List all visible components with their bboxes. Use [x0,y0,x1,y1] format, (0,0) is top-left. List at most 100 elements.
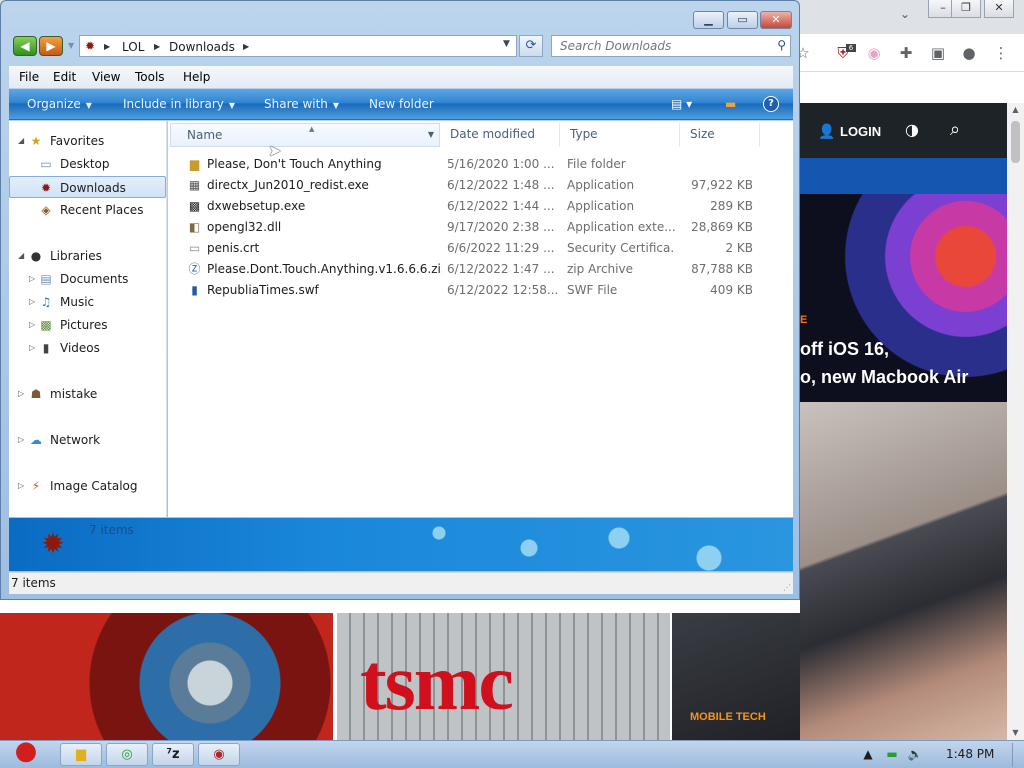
nav-downloads[interactable]: ✹ Downloads [9,176,166,198]
profile-icon[interactable]: ● [958,42,980,64]
site-search-icon[interactable]: ⌕ [950,119,972,141]
close-button[interactable]: ✕ [760,11,792,29]
nav-desktop[interactable]: ▭ Desktop [9,153,166,175]
nav-pictures[interactable]: ▷ ▩ Pictures [9,314,166,336]
network-tray-icon[interactable]: ▬ [884,746,900,762]
file-row[interactable]: ▦ directx_Jun2010_redist.exe 6/12/2022 1… [168,175,793,196]
search-input[interactable] [560,38,765,54]
file-size: 87,788 KB [691,262,753,276]
search-box[interactable]: ⚲ [551,35,791,57]
file-name: directx_Jun2010_redist.exe [207,178,369,192]
breadcrumb-separator-icon[interactable]: ▶ [104,39,110,55]
nav-image-catalog[interactable]: ▷ ⚡ Image Catalog [9,475,166,497]
file-row[interactable]: ▮ RepubliaTimes.swf 6/12/2022 12:58... S… [168,280,793,301]
nav-network[interactable]: ▷ ☁ Network [9,429,166,451]
maximize-button[interactable]: ▭ [727,11,758,29]
hard-drive-article-image[interactable] [0,613,333,740]
clock[interactable]: 1:48 PM [946,746,994,762]
browser-maximize-button[interactable]: ❐ [951,0,981,18]
collapsed-triangle-icon[interactable]: ▷ [29,291,35,313]
volume-icon[interactable]: 🔈 [907,746,923,762]
browser-close-button[interactable]: ✕ [984,0,1014,18]
search-icon[interactable]: ⚲ [777,38,786,52]
mouse-cursor-icon: ➤ [268,141,282,160]
login-link[interactable]: 👤 LOGIN [818,121,881,141]
nav-documents[interactable]: ▷ ▤ Documents [9,268,166,290]
expanded-triangle-icon[interactable]: ◢ [18,245,24,267]
forward-button[interactable]: ▶ [39,36,63,56]
minimize-button[interactable]: ▁ [693,11,724,29]
address-dropdown-icon[interactable]: ▼ [503,39,510,49]
show-hidden-icons-icon[interactable]: ▲ [860,746,876,762]
menu-file[interactable]: File [19,69,39,85]
tab-search-chevron-icon[interactable]: ⌄ [900,7,912,21]
collapsed-triangle-icon[interactable]: ▷ [29,337,35,359]
change-view-icon[interactable]: ▤ ▾ [671,96,692,112]
file-row[interactable]: ▩ dxwebsetup.exe 6/12/2022 1:44 ... Appl… [168,196,793,217]
login-label: LOGIN [840,124,882,139]
puzzle-icon[interactable]: ✚ [895,42,917,64]
new-folder-button[interactable]: New folder [369,96,434,112]
nav-label: Downloads [60,181,126,195]
column-header-name[interactable]: ▲ Name ▼ [170,123,440,147]
explorer-task-icon[interactable]: ▆ [60,743,102,766]
page-scrollbar[interactable]: ▲ ▼ [1007,103,1024,740]
nav-mistake[interactable]: ▷ ☗ mistake [9,383,166,405]
help-icon[interactable]: ? [763,96,779,112]
breadcrumb-separator-icon[interactable]: ▶ [243,39,249,55]
file-type: SWF File [567,283,618,297]
chevron-down-icon[interactable]: ▼ [428,124,434,146]
breadcrumb-downloads[interactable]: Downloads [169,39,235,55]
menu-help[interactable]: Help [183,69,210,85]
phone-article-image[interactable] [800,402,1007,740]
nav-music[interactable]: ▷ ♫ Music [9,291,166,313]
scroll-down-icon[interactable]: ▼ [1011,728,1020,738]
preview-pane-icon[interactable]: ▬ [725,96,736,112]
game-task-icon[interactable]: ◉ [198,743,240,766]
expanded-triangle-icon[interactable]: ◢ [18,130,24,152]
breadcrumb-separator-icon[interactable]: ▶ [154,39,160,55]
theme-toggle-icon[interactable]: ◑ [905,120,925,140]
scrollbar-thumb[interactable] [1011,121,1020,163]
refresh-button[interactable]: ⟳ [519,35,543,57]
chrome-task-icon[interactable]: ◎ [106,743,148,766]
menu-view[interactable]: View [92,69,120,85]
include-in-library-button[interactable]: Include in library ▼ [123,96,235,112]
organize-button[interactable]: Organize ▼ [27,96,92,112]
collapsed-triangle-icon[interactable]: ▷ [29,314,35,336]
show-desktop-button[interactable] [1012,743,1024,767]
back-button[interactable]: ◀ [13,36,37,56]
collapsed-triangle-icon[interactable]: ▷ [18,429,24,451]
nav-favorites[interactable]: ◢ ★ Favorites [9,130,166,152]
collapsed-triangle-icon[interactable]: ▷ [18,475,24,497]
file-type: Application [567,178,635,192]
file-row[interactable]: ▆ Please, Don't Touch Anything 5/16/2020… [168,154,793,175]
nav-videos[interactable]: ▷ ▮ Videos [9,337,166,359]
nav-libraries[interactable]: ◢ ● Libraries [9,245,166,267]
include-label: Include in library [123,97,224,111]
file-row[interactable]: ▭ penis.crt 6/6/2022 11:29 ... Security … [168,238,793,259]
hero-title[interactable]: off iOS 16, o, new Macbook Air [800,335,1006,391]
file-row[interactable]: ◧ opengl32.dll 9/17/2020 2:38 ... Applic… [168,217,793,238]
column-header-size[interactable]: Size [680,123,760,147]
breadcrumb-lol[interactable]: LOL [122,39,144,55]
nav-recent-places[interactable]: ◈ Recent Places [9,199,166,221]
address-bar[interactable]: ✹ ▶ LOL ▶ Downloads ▶ ▼ [79,35,517,57]
collapsed-triangle-icon[interactable]: ▷ [29,268,35,290]
collapsed-triangle-icon[interactable]: ▷ [18,383,24,405]
kebab-menu-icon[interactable]: ⋮ [990,42,1012,64]
category-label[interactable]: MOBILE TECH [690,711,766,723]
sidepanel-icon[interactable]: ▣ [927,42,949,64]
scroll-up-icon[interactable]: ▲ [1011,105,1020,115]
menu-edit[interactable]: Edit [53,69,76,85]
7zip-task-icon[interactable]: ⁷z [152,743,194,766]
share-with-button[interactable]: Share with ▼ [264,96,339,112]
file-row[interactable]: Ⓩ Please.Dont.Touch.Anything.v1.6.6.6.zi… [168,259,793,280]
resize-grip-icon[interactable]: ⋰ [783,583,791,592]
translate-icon[interactable]: ◉ [863,42,885,64]
start-button-angry-bird-icon[interactable]: ● [2,733,50,768]
recent-pages-arrow-icon[interactable]: ▼ [68,41,74,50]
column-header-date[interactable]: Date modified [440,123,560,147]
menu-tools[interactable]: Tools [135,69,165,85]
column-header-type[interactable]: Type [560,123,680,147]
